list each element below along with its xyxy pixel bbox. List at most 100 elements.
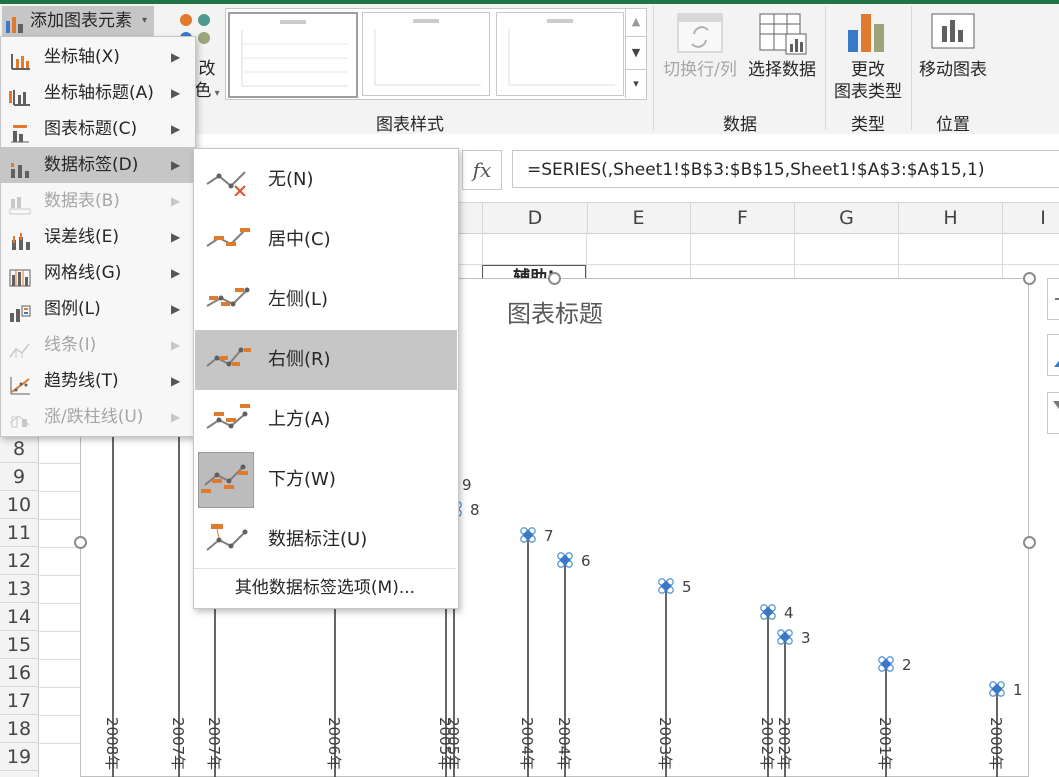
add-chart-element-label: 添加图表元素 (30, 11, 132, 31)
chevron-down-icon[interactable]: ▼ (626, 36, 646, 69)
select-data-icon (758, 12, 808, 56)
menu-item-label-left[interactable]: 左侧(L) (195, 270, 457, 330)
chart-styles-side-button[interactable] (1047, 334, 1059, 376)
add-chart-element-button[interactable]: 添加图表元素 ▾ (2, 6, 154, 36)
chart-resize-handle[interactable] (548, 272, 561, 285)
row-header[interactable]: 15 (0, 631, 38, 659)
row-header[interactable]: 14 (0, 603, 38, 631)
data-label[interactable]: 6 (581, 552, 591, 570)
menu-item-label: 下方(W) (268, 469, 336, 490)
row-header[interactable]: 16 (0, 659, 38, 687)
data-label[interactable]: 7 (544, 527, 554, 545)
menu-item-data-table[interactable]: 数据表(B) ▶ (1, 183, 195, 219)
gridline (794, 233, 795, 283)
formula-input[interactable]: =SERIES(,Sheet1!$B$3:$B$15,Sheet1!$A$3:$… (512, 150, 1059, 188)
x-axis-label: 2004年 (518, 717, 536, 770)
brush-icon (1054, 357, 1059, 367)
gallery-scroll[interactable]: ▲ ▼ ▾ (625, 8, 646, 98)
data-label[interactable]: 1 (1013, 681, 1023, 699)
row-header[interactable]: 12 (0, 547, 38, 575)
row-header[interactable]: 9 (0, 463, 38, 491)
change-chart-type-label-2: 图表类型 (834, 82, 902, 102)
chevron-right-icon: ▶ (171, 194, 181, 208)
chart-style-thumb-1[interactable] (228, 12, 358, 98)
data-point[interactable] (520, 527, 536, 543)
chart-resize-handle[interactable] (1023, 272, 1036, 285)
data-label[interactable]: 3 (801, 629, 811, 647)
data-label[interactable]: 4 (784, 604, 794, 622)
data-point[interactable] (658, 578, 674, 594)
menu-item-trendline[interactable]: 趋势线(T) ▶ (1, 363, 195, 399)
label-above-icon (205, 402, 251, 436)
menu-item-label-none[interactable]: 无(N) (195, 150, 457, 210)
menu-item-axes[interactable]: 坐标轴(X) ▶ (1, 39, 195, 75)
data-label[interactable]: 8 (470, 501, 480, 519)
column-header-e[interactable]: E (587, 203, 691, 233)
x-axis-label: 2007年 (205, 717, 223, 770)
menu-item-chart-title[interactable]: 图表标题(C) ▶ (1, 111, 195, 147)
switch-row-col-icon (676, 12, 724, 54)
menu-item-data-labels[interactable]: 数据标签(D) ▶ (1, 147, 195, 183)
gridline (586, 233, 587, 283)
chart-filters-side-button[interactable] (1047, 392, 1059, 434)
select-data-button[interactable]: 选择数据 (742, 59, 822, 81)
column-header-i[interactable]: I (1003, 203, 1059, 233)
column-header-h[interactable]: H (899, 203, 1003, 233)
menu-item-error-bars[interactable]: 误差线(E) ▶ (1, 219, 195, 255)
column-header-d[interactable]: D (482, 203, 588, 233)
column-header-g[interactable]: G (795, 203, 899, 233)
row-header[interactable]: 18 (0, 715, 38, 743)
chart-style-thumb-3[interactable] (496, 12, 624, 96)
chevron-up-icon[interactable]: ▲ (626, 8, 646, 36)
menu-item-axis-titles[interactable]: 坐标轴标题(A) ▶ (1, 75, 195, 111)
row-header[interactable]: 13 (0, 575, 38, 603)
x-axis-label: 2005年 (444, 717, 462, 770)
more-data-label-options[interactable]: 其他数据标签选项(M)... (194, 572, 456, 604)
data-label[interactable]: 9 (462, 476, 472, 494)
chart-resize-handle[interactable] (1023, 536, 1036, 549)
menu-item-label-right[interactable]: 右侧(R) (195, 330, 457, 390)
menu-item-lines[interactable]: 线条(I) ▶ (1, 327, 195, 363)
chart-elements-side-button[interactable] (1047, 278, 1059, 320)
data-point[interactable] (989, 681, 1005, 697)
menu-item-data-callout[interactable]: 数据标注(U) (195, 510, 457, 570)
data-point[interactable] (878, 656, 894, 672)
menu-item-label: 左侧(L) (268, 289, 329, 310)
chart-style-thumb-2[interactable] (362, 12, 490, 96)
menu-item-label: 涨/跌柱线(U) (44, 407, 144, 427)
switch-row-col-button[interactable]: 切换行/列 (658, 59, 742, 81)
row-header[interactable]: 8 (0, 435, 38, 463)
fx-icon[interactable]: fx (462, 150, 502, 190)
column-header-f[interactable]: F (691, 203, 795, 233)
data-label[interactable]: 5 (682, 578, 692, 596)
row-header[interactable]: 19 (0, 743, 38, 771)
change-chart-type-button[interactable]: 更改 图表类型 (828, 59, 908, 103)
data-point[interactable] (557, 552, 573, 568)
menu-item-label-below[interactable]: 下方(W) (195, 450, 457, 510)
row-header[interactable]: 10 (0, 491, 38, 519)
data-callout-icon (205, 522, 251, 556)
chart-styles-group-label: 图表样式 (376, 115, 444, 135)
menu-item-label-center[interactable]: 居中(C) (195, 210, 457, 270)
menu-item-label: 数据标签(D) (44, 155, 139, 175)
label-below-icon (198, 452, 254, 508)
gridline (38, 743, 80, 744)
menu-item-legend[interactable]: 图例(L) ▶ (1, 291, 195, 327)
chart-resize-handle[interactable] (74, 536, 87, 549)
row-header[interactable]: 17 (0, 687, 38, 715)
menu-item-up-down-bars[interactable]: 涨/跌柱线(U) ▶ (1, 399, 195, 435)
expand-gallery-icon[interactable]: ▾ (626, 69, 646, 98)
cell-d3[interactable]: 辅助! (482, 265, 586, 278)
error-bars-icon (9, 228, 31, 250)
data-label[interactable]: 2 (902, 656, 912, 674)
x-axis-label: 2004年 (555, 717, 573, 770)
gridline (690, 233, 691, 283)
data-point[interactable] (777, 629, 793, 645)
chevron-right-icon: ▶ (171, 122, 181, 136)
menu-item-gridlines[interactable]: 网格线(G) ▶ (1, 255, 195, 291)
move-chart-button[interactable]: 移动图表 (912, 59, 994, 81)
menu-item-label-above[interactable]: 上方(A) (195, 390, 457, 450)
data-point[interactable] (760, 604, 776, 620)
row-header[interactable]: 11 (0, 519, 38, 547)
menu-item-label: 数据标注(U) (268, 529, 368, 550)
